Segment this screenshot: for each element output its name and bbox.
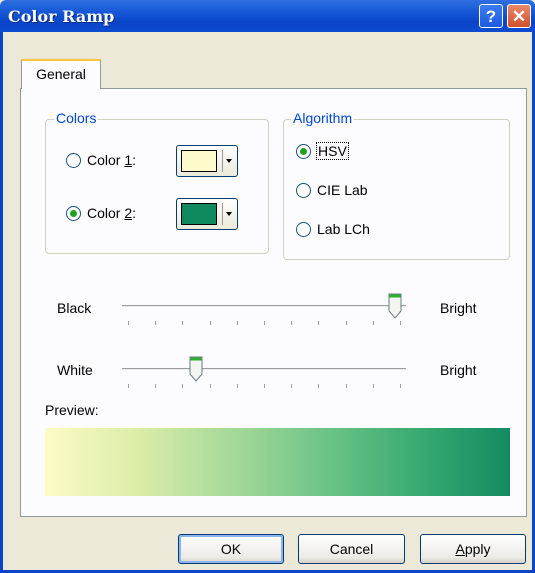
- algorithm-group-title: Algorithm: [291, 110, 355, 126]
- color1-radio[interactable]: Color 1:: [66, 152, 136, 168]
- color1-swatch: [181, 150, 217, 172]
- ok-button[interactable]: OK: [178, 534, 284, 564]
- color2-radio-indicator[interactable]: [66, 205, 81, 221]
- colors-group-title: Colors: [54, 110, 99, 126]
- window-title: Color Ramp: [8, 7, 115, 26]
- slider-tick: [372, 321, 374, 325]
- title-bar: Color Ramp ? ✕: [0, 0, 535, 32]
- hsv-label: HSV: [316, 142, 349, 160]
- tab-general[interactable]: General: [21, 59, 101, 89]
- color1-picker-button[interactable]: [176, 145, 238, 177]
- slider-tick: [264, 321, 265, 325]
- slider-tick: [291, 384, 293, 388]
- cie-lab-label: CIE Lab: [317, 182, 368, 198]
- close-button[interactable]: ✕: [507, 4, 531, 28]
- chevron-down-icon: [222, 150, 234, 172]
- color1-radio-indicator[interactable]: [66, 152, 81, 168]
- color2-label: Color 2:: [87, 205, 137, 221]
- slider-tick: [128, 321, 129, 325]
- lab-lch-label: Lab LCh: [317, 221, 370, 237]
- algorithm-option-hsv[interactable]: HSV: [296, 142, 349, 160]
- white-slider-right-label: Bright: [440, 362, 477, 378]
- slider-tick: [400, 384, 401, 388]
- white-slider-track[interactable]: [122, 368, 406, 371]
- color1-label: Color 1:: [87, 152, 137, 168]
- preview-label: Preview:: [45, 402, 99, 418]
- slider-tick: [236, 321, 238, 325]
- slider-tick: [155, 321, 157, 325]
- slider-tick: [318, 321, 320, 325]
- window-border-left: [0, 32, 3, 573]
- slider-tick: [400, 321, 401, 325]
- color2-picker-button[interactable]: [176, 198, 238, 230]
- help-button[interactable]: ?: [479, 4, 503, 28]
- cancel-button[interactable]: Cancel: [298, 534, 405, 564]
- slider-tick: [318, 384, 320, 388]
- slider-tick: [291, 321, 293, 325]
- algorithm-option-lab-lch[interactable]: Lab LCh: [296, 221, 370, 237]
- slider-tick: [236, 384, 238, 388]
- black-slider-right-label: Bright: [440, 300, 477, 316]
- slider-tick: [345, 384, 347, 388]
- slider-tick: [209, 384, 211, 388]
- slider-tick: [155, 384, 157, 388]
- slider-tick: [182, 321, 184, 325]
- slider-tick: [182, 384, 184, 388]
- white-slider-left-label: White: [57, 362, 93, 378]
- black-slider-left-label: Black: [57, 300, 92, 316]
- lab-lch-radio-indicator[interactable]: [296, 221, 311, 237]
- hsv-radio-indicator[interactable]: [296, 143, 311, 159]
- slider-tick: [209, 321, 211, 325]
- black-slider-thumb[interactable]: [388, 293, 402, 319]
- slider-tick: [372, 384, 374, 388]
- algorithm-option-cie-lab[interactable]: CIE Lab: [296, 182, 368, 198]
- color2-radio[interactable]: Color 2:: [66, 205, 136, 221]
- chevron-down-icon: [222, 203, 234, 225]
- cie-lab-radio-indicator[interactable]: [296, 182, 311, 198]
- colors-group: Colors: [45, 110, 269, 254]
- white-slider-thumb[interactable]: [189, 356, 203, 382]
- preview-gradient: [45, 428, 510, 496]
- slider-tick: [345, 321, 347, 325]
- apply-button[interactable]: Apply: [420, 534, 526, 564]
- slider-tick: [264, 384, 265, 388]
- black-slider-track[interactable]: [122, 305, 406, 308]
- slider-tick: [128, 384, 129, 388]
- color2-swatch: [181, 203, 217, 225]
